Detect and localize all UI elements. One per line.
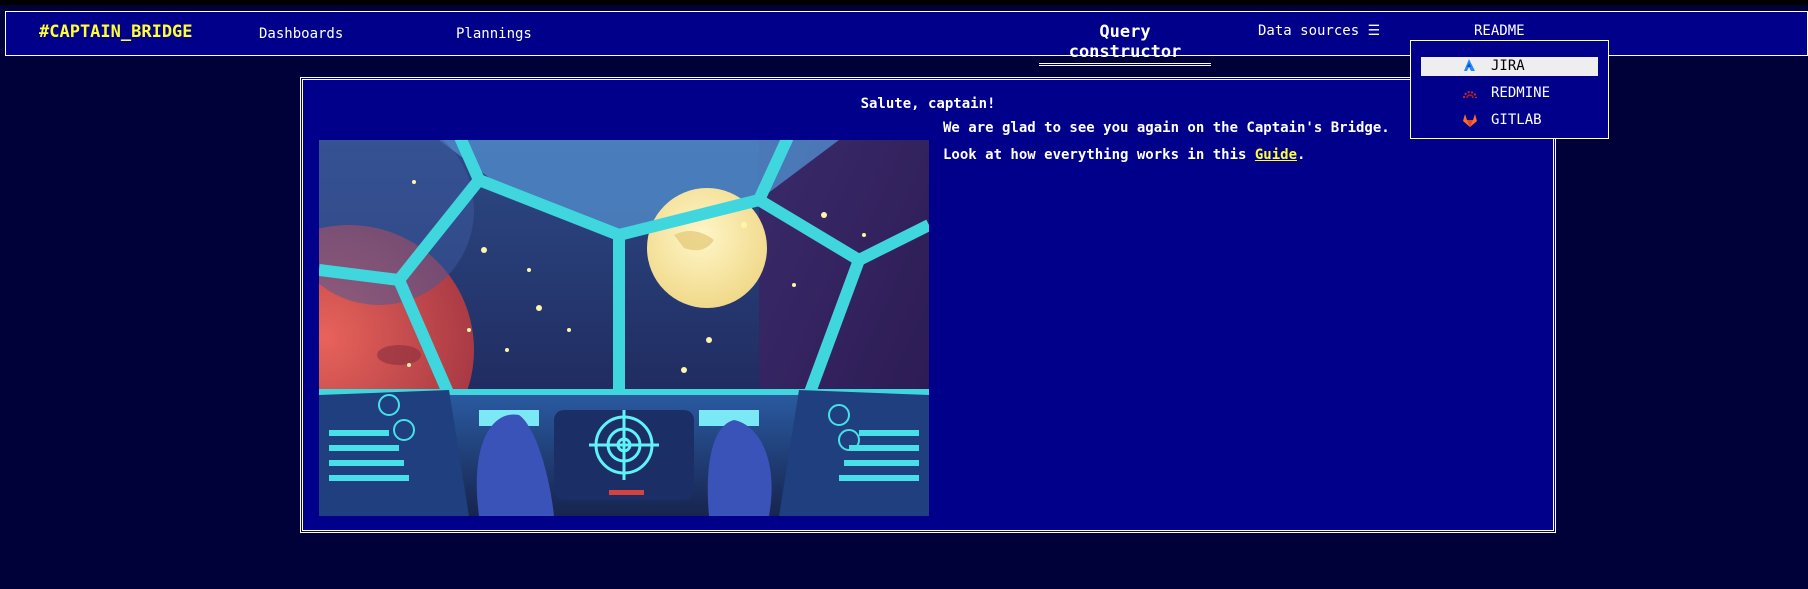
redmine-icon bbox=[1462, 85, 1478, 101]
jira-icon bbox=[1462, 58, 1478, 74]
dropdown-item-label: GITLAB bbox=[1491, 112, 1542, 128]
welcome-line-1: We are glad to see you again on the Capt… bbox=[943, 120, 1390, 136]
nav-query-constructor[interactable]: Query constructor bbox=[1039, 22, 1211, 66]
nav-readme[interactable]: README bbox=[1474, 23, 1525, 39]
dropdown-item-label: JIRA bbox=[1491, 58, 1525, 74]
welcome-title: Salute, captain! bbox=[860, 96, 996, 112]
welcome-panel: Salute, captain! We are glad to see you … bbox=[300, 77, 1556, 533]
brand-logo[interactable]: #CAPTAIN_BRIDGE bbox=[39, 22, 193, 42]
dropdown-item-label: REDMINE bbox=[1491, 85, 1551, 101]
line-2-suffix: . bbox=[1297, 147, 1306, 163]
data-sources-dropdown: JIRA REDMINE GITLAB bbox=[1410, 40, 1609, 139]
dropdown-item-gitlab[interactable]: GITLAB bbox=[1421, 111, 1598, 130]
nav-data-sources[interactable]: Data sources ☰ bbox=[1258, 23, 1380, 39]
top-edge bbox=[0, 0, 1808, 5]
nav-plannings[interactable]: Plannings bbox=[456, 26, 532, 42]
dropdown-item-redmine[interactable]: REDMINE bbox=[1421, 84, 1598, 103]
nav-dashboards[interactable]: Dashboards bbox=[259, 26, 343, 42]
cockpit-illustration bbox=[319, 140, 929, 516]
guide-link[interactable]: Guide bbox=[1255, 147, 1297, 163]
dropdown-item-jira[interactable]: JIRA bbox=[1421, 57, 1598, 76]
gitlab-icon bbox=[1462, 112, 1478, 128]
line-2-prefix: Look at how everything works in this bbox=[943, 147, 1255, 163]
welcome-line-2: Look at how everything works in this Gui… bbox=[943, 147, 1305, 163]
